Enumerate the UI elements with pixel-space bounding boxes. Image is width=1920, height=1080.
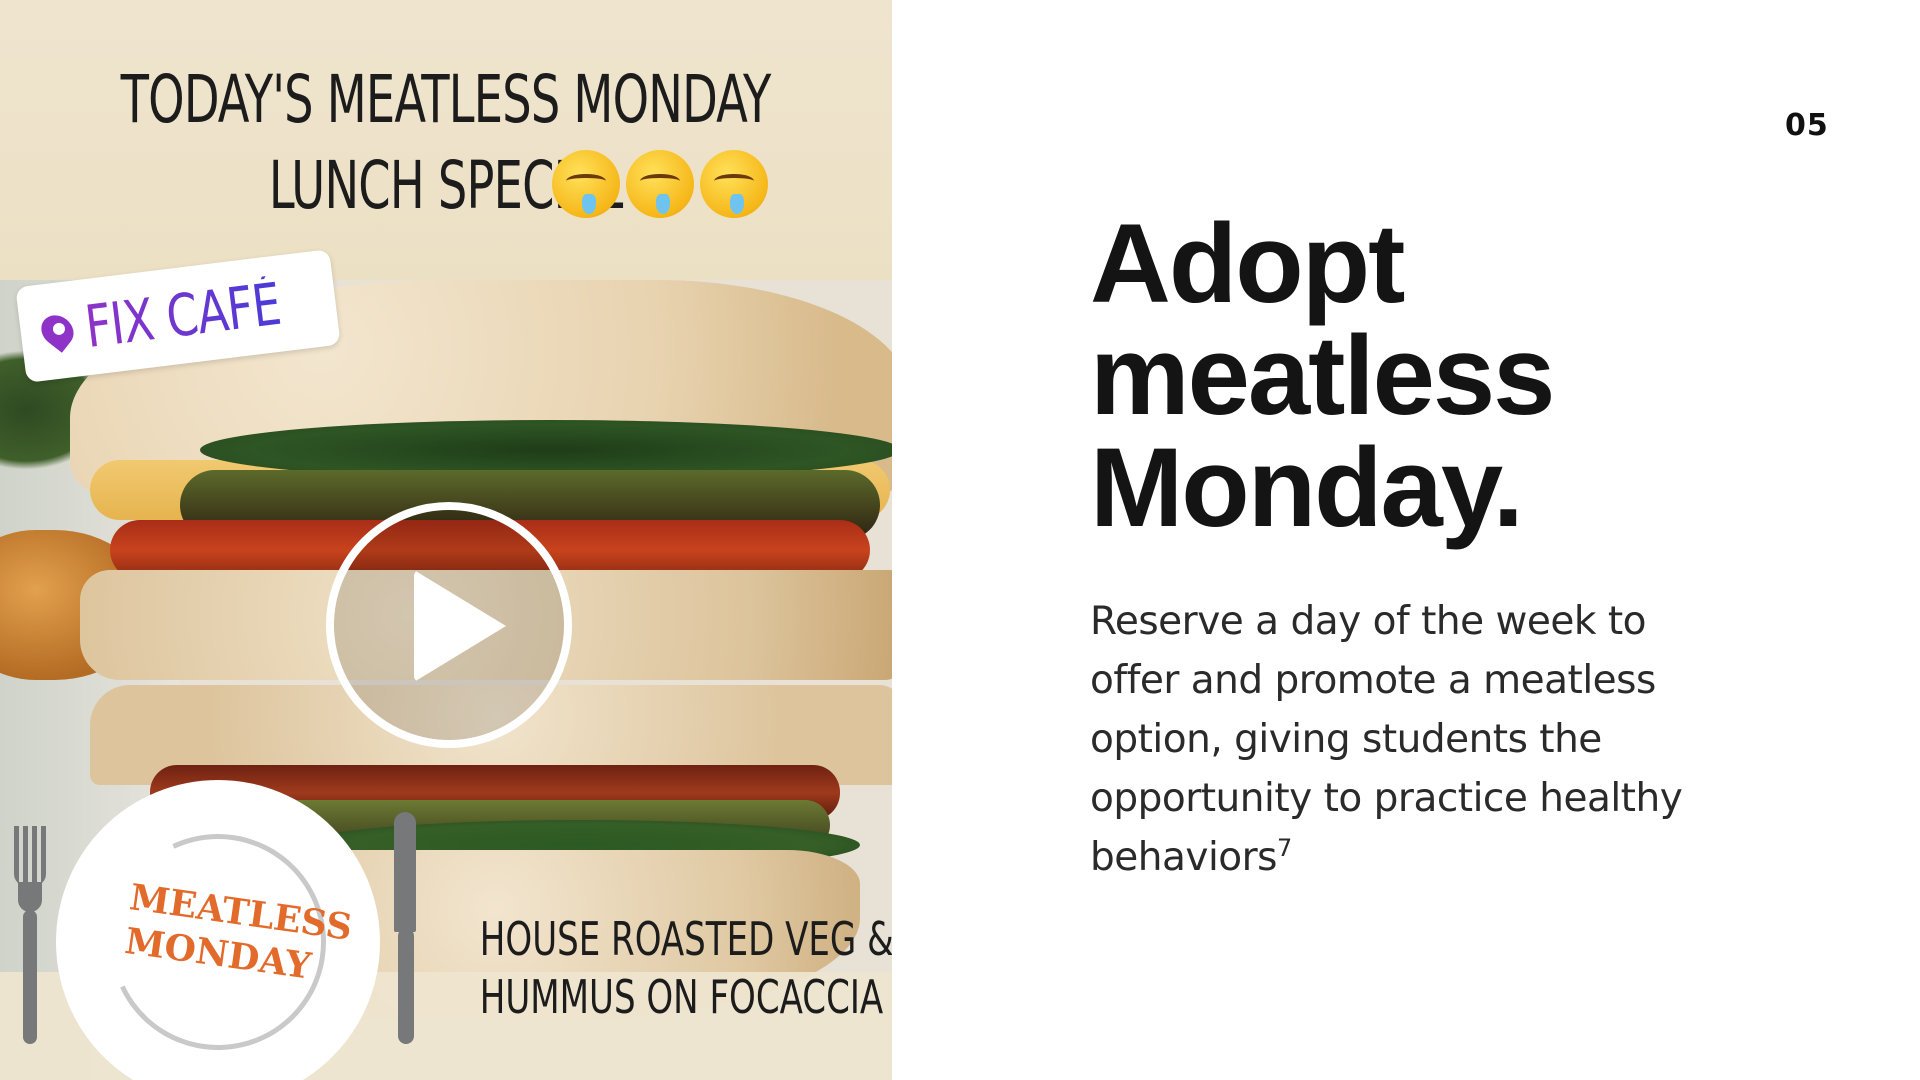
footnote-marker: 7 <box>1277 834 1292 862</box>
location-pin-icon <box>35 308 80 353</box>
knife-icon <box>394 812 418 1044</box>
photo-caption: HOUSE ROASTED VEG & HUMMUS ON FOCACCIA <box>420 910 892 1026</box>
location-label: FIX CAFÉ <box>81 269 285 362</box>
media-header: TODAY'S MEATLESS MONDAY LUNCH SPECIAL <box>0 0 892 280</box>
drooling-face-icon <box>626 150 694 218</box>
slide-number: 05 <box>1785 108 1829 143</box>
play-button[interactable] <box>326 502 572 748</box>
body-text: Reserve a day of the week to offer and p… <box>1090 599 1683 880</box>
caption-line-1: HOUSE ROASTED VEG & <box>479 912 892 966</box>
video-thumbnail[interactable]: TODAY'S MEATLESS MONDAY LUNCH SPECIAL FI… <box>0 0 892 1080</box>
fork-icon <box>14 826 46 1044</box>
title-line-1: Adopt <box>1090 201 1405 326</box>
slide-body: Reserve a day of the week to offer and p… <box>1090 592 1730 887</box>
caption-line-2: HUMMUS ON FOCACCIA <box>479 970 884 1024</box>
emoji-row <box>552 150 768 218</box>
slide-title: Adopt meatless Monday. <box>1090 208 1790 544</box>
play-icon <box>414 570 506 682</box>
drooling-face-icon <box>700 150 768 218</box>
title-line-2: meatless <box>1090 313 1555 438</box>
title-line-3: Monday. <box>1090 425 1524 550</box>
headline-line-1: TODAY'S MEATLESS MONDAY <box>121 61 772 138</box>
drooling-face-icon <box>552 150 620 218</box>
